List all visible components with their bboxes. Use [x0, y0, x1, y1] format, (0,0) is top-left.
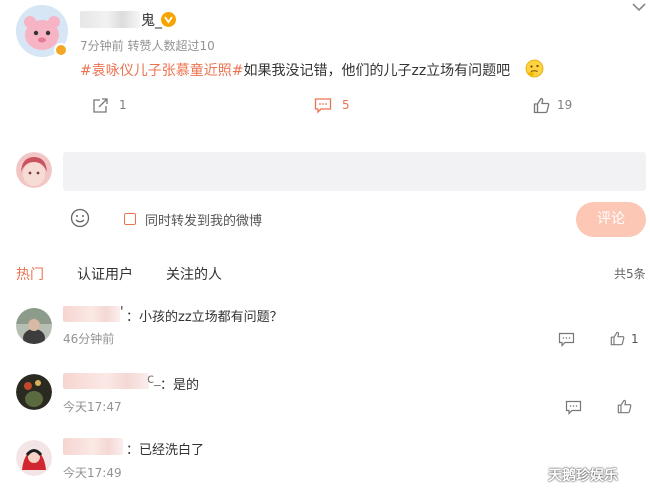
verified-badge-icon	[54, 43, 68, 57]
post-hashtag[interactable]: #袁咏仪儿子张慕童近照#	[80, 63, 243, 79]
total-count: 共5条	[614, 267, 646, 281]
commenter-name-masked[interactable]	[63, 438, 123, 455]
comment-icon	[314, 97, 332, 114]
commenter-name-suffix[interactable]: '	[120, 305, 124, 320]
watermark: 天鹅珍娱乐	[548, 468, 618, 484]
commenter-name-suffix[interactable]: c_	[147, 372, 161, 387]
tab-verified-users[interactable]: 认证用户	[77, 264, 133, 284]
member-badge-icon	[161, 12, 176, 27]
username-suffix[interactable]: 鬼_	[141, 10, 162, 30]
comment-input[interactable]	[63, 152, 646, 191]
post-menu-chevron-icon[interactable]	[632, 2, 646, 12]
comment-text: ：小孩的zz立场都有问题？	[126, 310, 283, 325]
like-button[interactable]: 19	[533, 96, 583, 116]
comment-time: 今天17:47	[63, 400, 122, 414]
repost-button[interactable]: 1	[92, 96, 142, 116]
thinking-emoji-icon	[525, 59, 544, 78]
post-body: #袁咏仪儿子张慕童近照#如果我没记错，他们的儿子zz立场有问题吧	[80, 60, 510, 80]
commenter-avatar[interactable]	[16, 440, 52, 476]
commenter-avatar[interactable]	[16, 374, 52, 410]
thumbs-up-icon[interactable]	[617, 399, 632, 414]
comment-text: ：是的	[160, 378, 200, 393]
forward-checkbox[interactable]	[124, 213, 136, 225]
tab-following[interactable]: 关注的人	[166, 264, 222, 284]
current-user-avatar[interactable]	[16, 152, 52, 188]
submit-comment-button[interactable]: 评论	[576, 202, 646, 237]
tab-hot[interactable]: 热门	[16, 264, 44, 284]
repost-icon	[92, 97, 109, 114]
reply-icon[interactable]	[565, 400, 582, 415]
commenter-avatar[interactable]	[16, 308, 52, 344]
thumbs-up-icon[interactable]	[610, 331, 625, 346]
comment-item: ' ：小孩的zz立场都有问题？ 46分钟前 1	[0, 300, 650, 360]
thumbs-up-icon	[533, 97, 550, 114]
post-meta: 7分钟前 转赞人数超过10	[80, 39, 215, 53]
like-count: 19	[557, 98, 573, 112]
forward-label[interactable]: 同时转发到我的微博	[145, 210, 262, 229]
comment-time: 今天17:49	[63, 466, 122, 480]
comment-time: 46分钟前	[63, 332, 115, 346]
comment-count: 5	[342, 98, 350, 112]
comment-text: ：已经洗白了	[126, 443, 205, 458]
repost-count: 1	[119, 98, 127, 112]
reply-icon[interactable]	[558, 332, 575, 347]
commenter-name-masked[interactable]	[63, 306, 120, 322]
comment-like-count: 1	[631, 332, 639, 346]
commenter-name-masked[interactable]	[63, 373, 149, 389]
username-masked[interactable]	[80, 11, 140, 28]
comment-button[interactable]: 5	[314, 96, 364, 116]
post-text: 如果我没记错，他们的儿子zz立场有问题吧	[243, 63, 511, 79]
emoji-picker-smile-icon[interactable]	[70, 208, 90, 228]
comment-item: c_ ：是的 今天17:47	[0, 366, 650, 426]
